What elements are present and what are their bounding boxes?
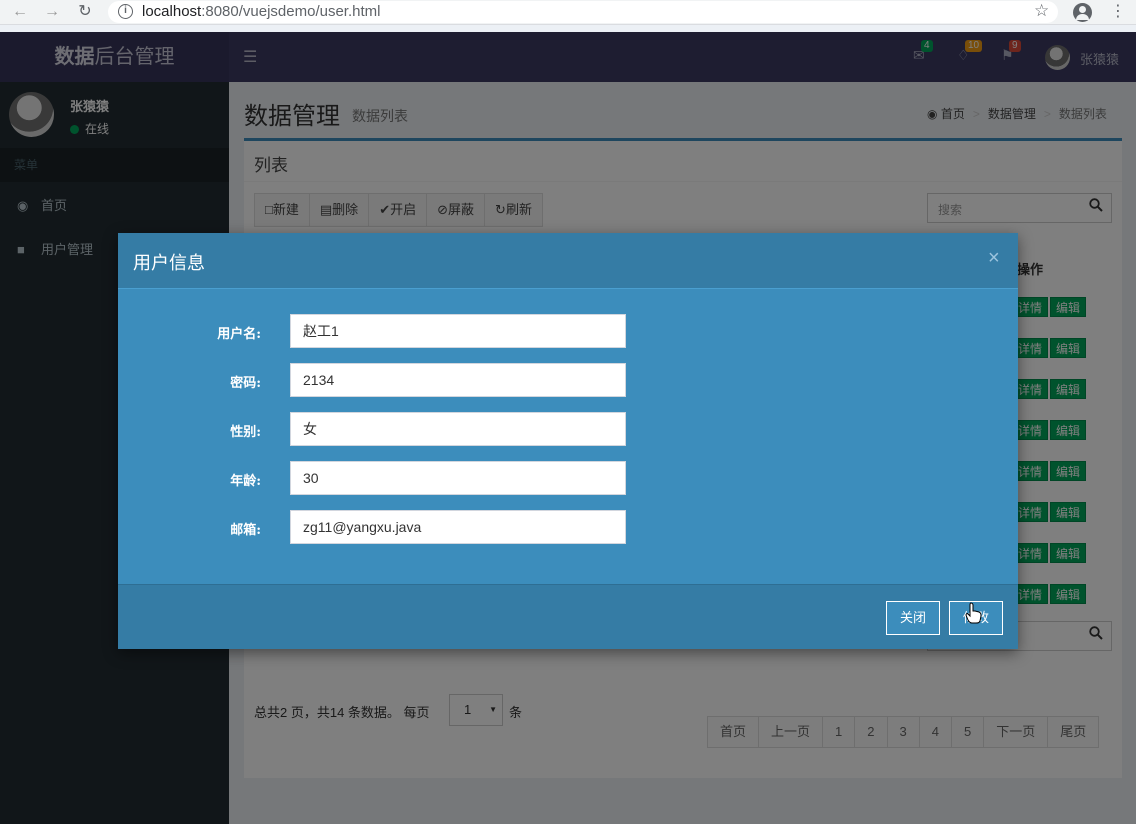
modal-footer: 关闭 修改 <box>118 584 1018 649</box>
age-label: 年龄: <box>230 474 261 489</box>
modal-header: 用户信息 × <box>118 233 1018 289</box>
gender-field[interactable]: 女 <box>290 412 626 446</box>
browser-menu-icon[interactable]: ⋮ <box>1110 2 1126 22</box>
modal-title: 用户信息 <box>133 253 205 273</box>
age-field[interactable]: 30 <box>290 461 626 495</box>
forward-icon[interactable]: → <box>41 2 63 22</box>
username-field[interactable]: 赵工1 <box>290 314 626 348</box>
email-field[interactable]: zg11@yangxu.java <box>290 510 626 544</box>
reload-icon[interactable]: ↻ <box>74 2 96 22</box>
browser-toolbar: ← → ↻ i localhost:8080/vuejsdemo/user.ht… <box>0 0 1136 25</box>
hand-cursor-icon <box>965 602 982 624</box>
password-field[interactable]: 2134 <box>290 363 626 397</box>
username-label: 用户名: <box>217 327 261 342</box>
bookmark-star-icon[interactable]: ☆ <box>1034 1 1049 21</box>
password-label: 密码: <box>230 376 261 391</box>
url-text: localhost:8080/vuejsdemo/user.html <box>142 3 380 20</box>
site-info-icon[interactable]: i <box>118 4 133 19</box>
address-bar[interactable]: i localhost:8080/vuejsdemo/user.html <box>108 1 1058 23</box>
close-button[interactable]: 关闭 <box>886 601 940 635</box>
email-label: 邮箱: <box>230 523 261 538</box>
url-host: localhost <box>142 3 202 20</box>
close-icon[interactable]: × <box>988 247 1000 270</box>
account-icon[interactable] <box>1073 3 1092 22</box>
url-path: :8080/vuejsdemo/user.html <box>201 3 381 20</box>
user-info-modal: 用户信息 × 用户名: 赵工1 密码: 2134 性别: 女 年龄: 30 邮箱… <box>118 233 1018 649</box>
gender-label: 性别: <box>230 425 261 440</box>
back-icon[interactable]: ← <box>9 2 31 22</box>
